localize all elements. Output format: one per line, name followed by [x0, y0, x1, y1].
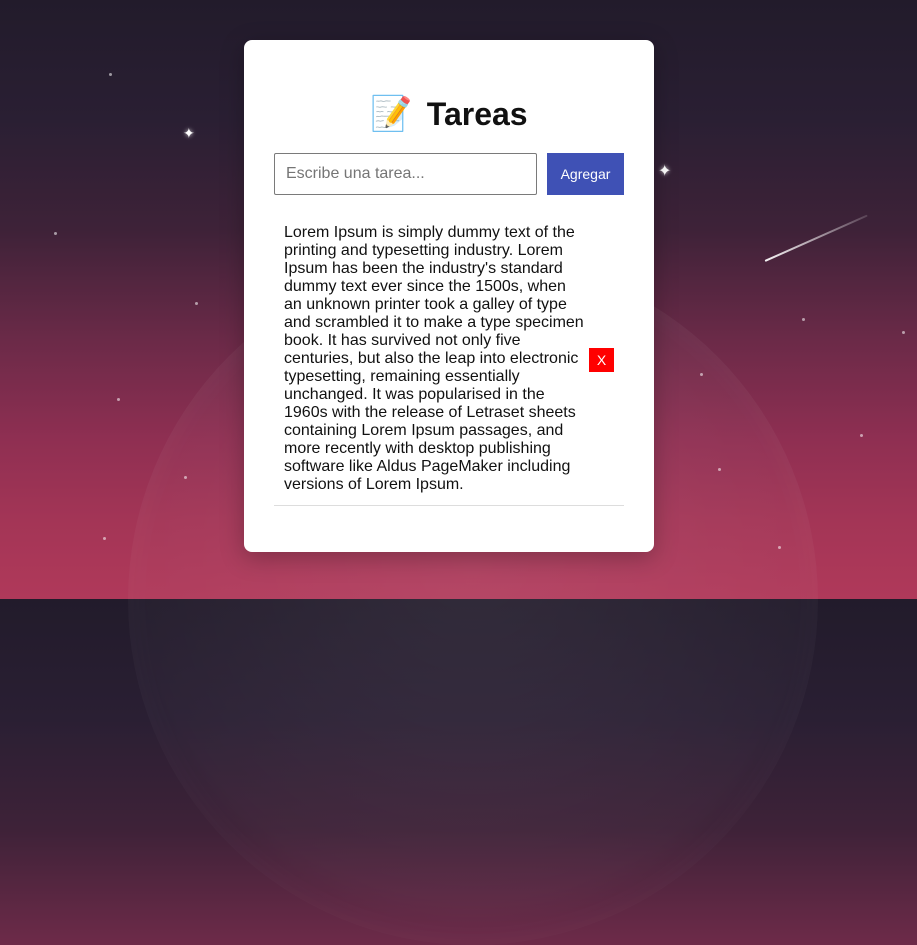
page-title: Tareas	[426, 95, 528, 132]
background-star-dot	[778, 546, 781, 549]
task-text: Lorem Ipsum is simply dummy text of the …	[284, 224, 584, 493]
background-star-dot	[184, 476, 187, 479]
background-star-dot	[860, 434, 863, 437]
background-star-dot	[718, 468, 721, 471]
delete-task-button[interactable]: X	[589, 348, 614, 372]
background-star-dot	[54, 232, 57, 235]
shooting-star	[764, 214, 868, 262]
background-star-dot	[103, 537, 106, 540]
background-star-dot	[700, 373, 703, 376]
sparkle-star-icon: ✦	[658, 163, 672, 180]
background-star-dot	[195, 302, 198, 305]
background-star-dot	[109, 73, 112, 76]
task-list: Lorem Ipsum is simply dummy text of the …	[274, 224, 624, 506]
task-item: Lorem Ipsum is simply dummy text of the …	[274, 224, 624, 506]
background-star-dot	[802, 318, 805, 321]
background-star-dot	[902, 331, 905, 334]
header: 📝 Tareas	[244, 90, 654, 138]
task-input[interactable]	[274, 153, 537, 195]
todo-card: 📝 Tareas Agregar Lorem Ipsum is simply d…	[244, 40, 654, 552]
background-star-dot	[117, 398, 120, 401]
add-task-button[interactable]: Agregar	[547, 153, 624, 195]
memo-icon: 📝	[370, 95, 413, 133]
sparkle-star-icon: ✦	[183, 125, 195, 141]
